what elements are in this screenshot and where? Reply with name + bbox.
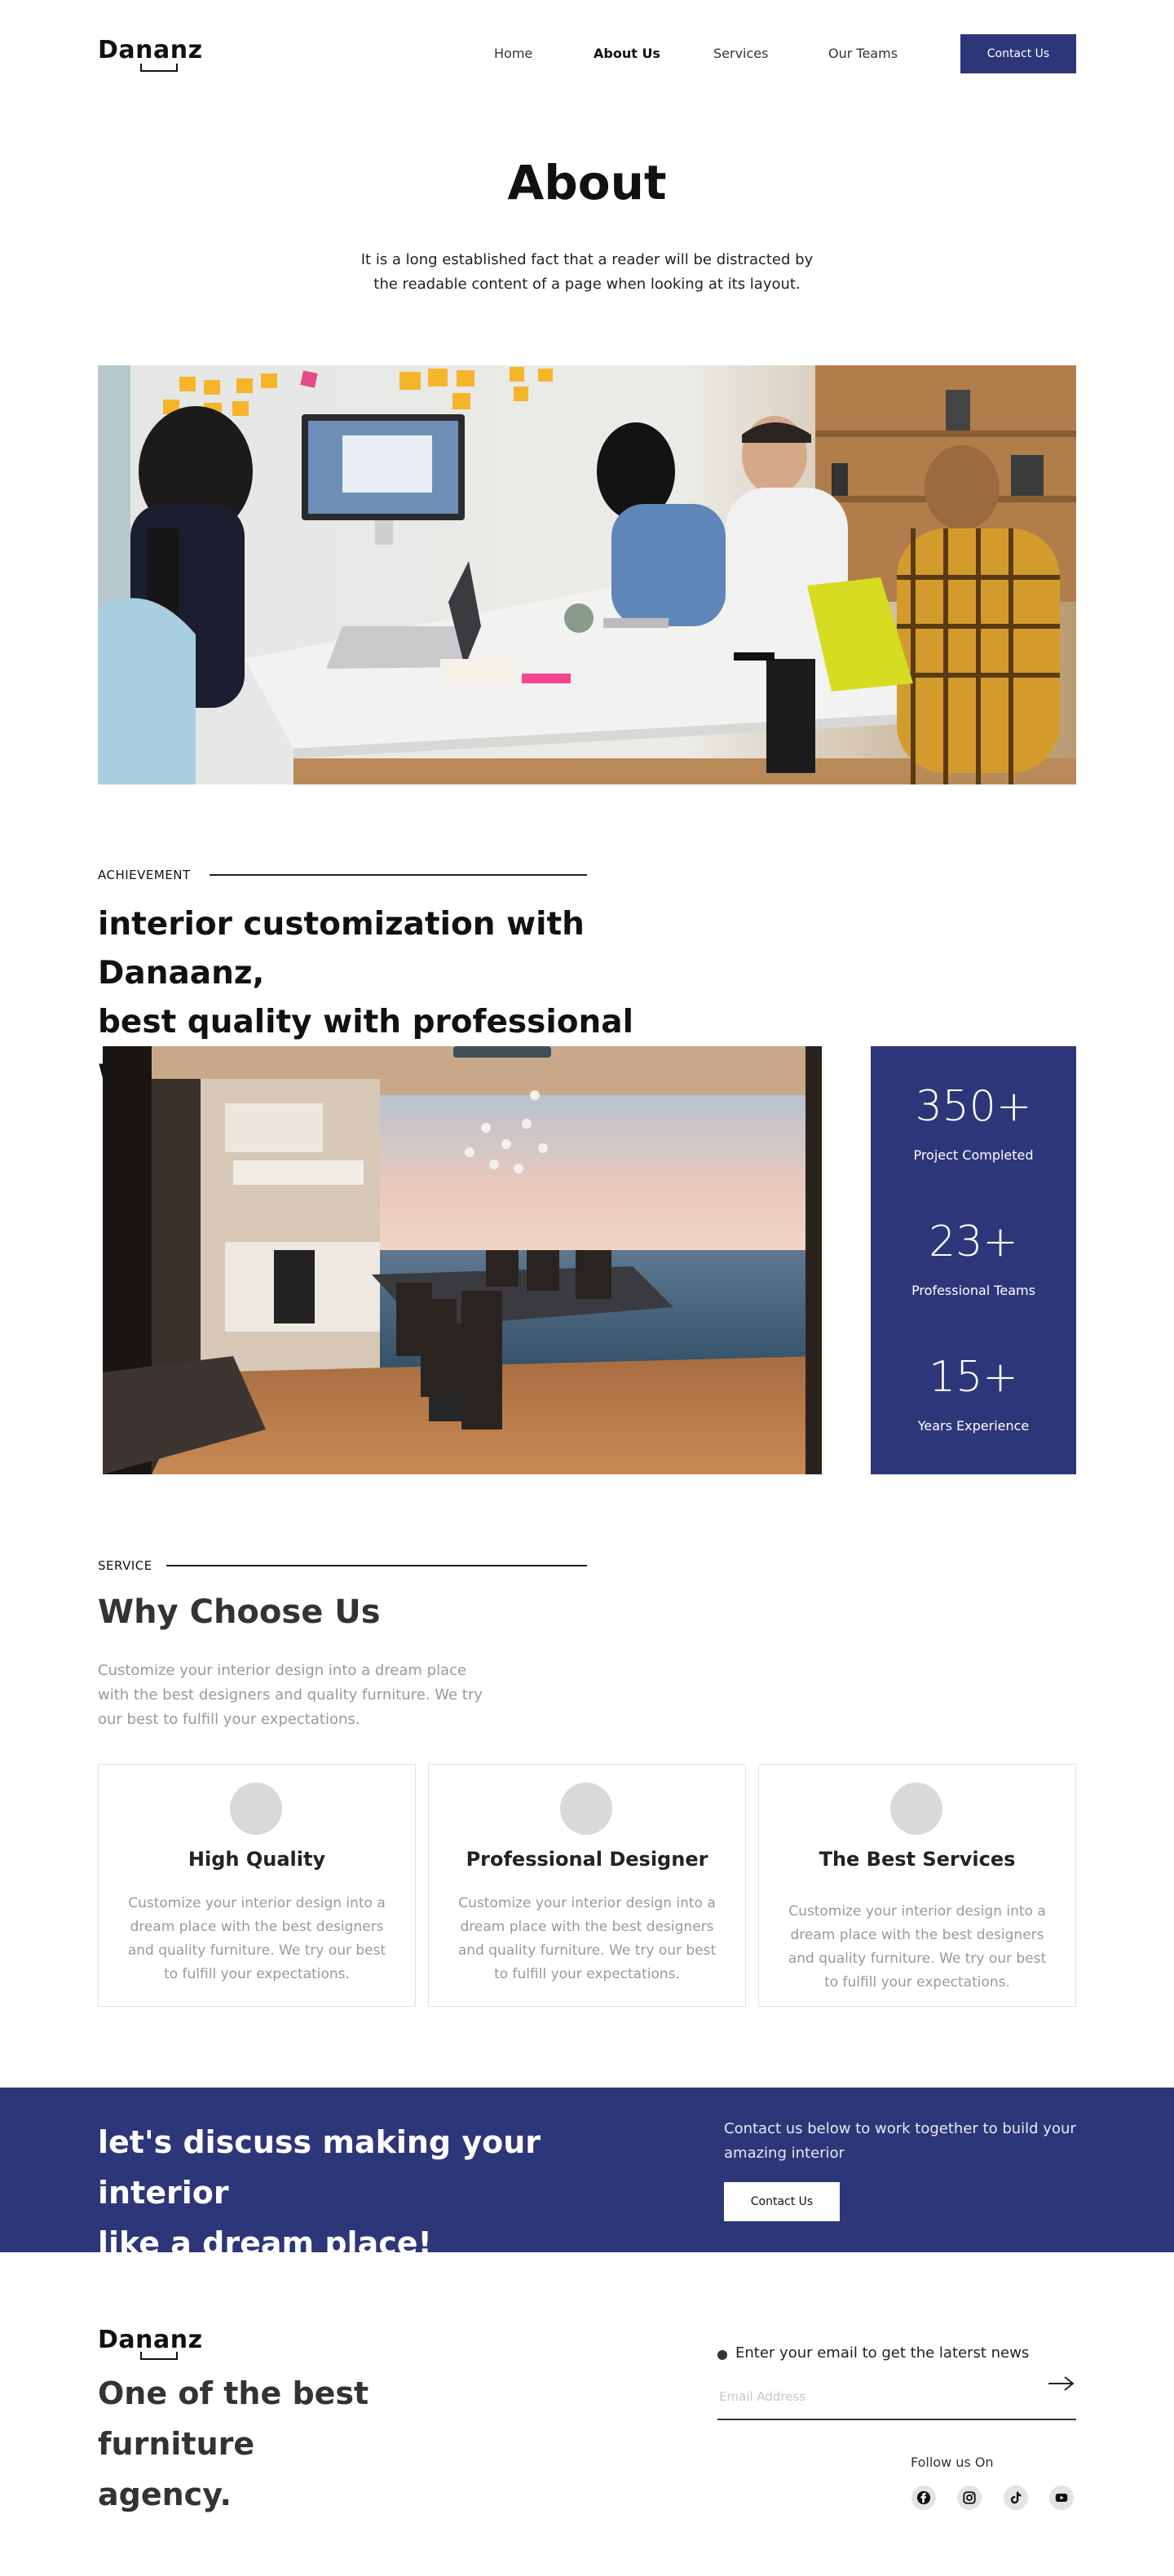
footer-logo-underline-mark — [140, 2352, 178, 2360]
stat-teams-label: Professional Teams — [911, 1283, 1035, 1298]
why-choose-us-text: Customize your interior design into a dr… — [98, 1662, 483, 1728]
brand-logo[interactable]: Dananz — [98, 36, 204, 73]
email-input[interactable] — [717, 2383, 1052, 2410]
logo-underline-mark — [140, 64, 178, 72]
card-text: Customize your interior design into a dr… — [457, 1895, 717, 1982]
submit-arrow-icon[interactable] — [1047, 2371, 1076, 2396]
achievement-label: ACHIEVEMENT — [98, 868, 191, 882]
dining-room-image — [103, 1046, 822, 1474]
youtube-icon[interactable] — [1049, 2485, 1074, 2510]
tiktok-icon[interactable] — [1004, 2485, 1028, 2510]
stat-years-label: Years Experience — [917, 1418, 1030, 1434]
stat-years-value: 15+ — [929, 1353, 1018, 1402]
cta-contact-button[interactable]: Contact Us — [724, 2182, 840, 2221]
footer-tagline-line-2: agency. — [98, 2477, 232, 2512]
footer-tagline-line-1: One of the best furniture — [98, 2375, 369, 2462]
achievement-headline-line-1: interior customization with Danaanz, — [98, 906, 585, 992]
why-choose-us-title: Why Choose Us — [98, 1593, 381, 1631]
newsletter-text: Enter your email to get the laterst news — [735, 2344, 1030, 2362]
nav-our-teams[interactable]: Our Teams — [828, 46, 898, 61]
nav-services[interactable]: Services — [713, 46, 768, 61]
achievement-divider — [210, 874, 587, 876]
cta-title: let's discuss making your interior like … — [98, 2117, 620, 2269]
facebook-icon[interactable] — [911, 2485, 936, 2510]
best-services-icon — [890, 1783, 942, 1835]
cta-banner: let's discuss making your interior like … — [0, 2088, 1174, 2261]
nav-about-us[interactable]: About Us — [594, 46, 660, 61]
service-card-professional-designer: Professional Designer Customize your int… — [428, 1764, 746, 2007]
card-text: Customize your interior design into a dr… — [788, 1903, 1047, 1991]
service-card-high-quality: High Quality Customize your interior des… — [98, 1764, 416, 2007]
office-meeting-image — [98, 365, 1076, 784]
card-title: The Best Services — [819, 1848, 1016, 1871]
card-text: Customize your interior design into a dr… — [127, 1895, 386, 1982]
high-quality-icon — [230, 1783, 282, 1835]
card-title: Professional Designer — [466, 1848, 708, 1871]
email-underline — [717, 2419, 1076, 2420]
header-contact-button[interactable]: Contact Us — [960, 34, 1076, 73]
logo-text: Dananz — [98, 36, 203, 64]
footer-tagline: One of the best furniture agency. — [98, 2368, 522, 2520]
footer-logo[interactable]: Dananz — [98, 2326, 204, 2362]
page-title: About — [507, 155, 667, 210]
stat-projects-value: 350+ — [915, 1082, 1032, 1131]
service-divider — [166, 1565, 587, 1566]
bullet-icon — [717, 2350, 727, 2360]
card-title: High Quality — [188, 1848, 326, 1871]
stat-teams-value: 23+ — [929, 1217, 1018, 1266]
professional-designer-icon — [560, 1783, 612, 1835]
stats-panel: 350+ Project Completed 23+ Professional … — [871, 1046, 1076, 1474]
cta-title-line-2: like a dream place! — [98, 2225, 432, 2261]
about-subtitle: It is a long established fact that a rea… — [360, 251, 814, 293]
instagram-icon[interactable] — [957, 2485, 982, 2510]
service-label: SERVICE — [98, 1558, 152, 1573]
cta-text: Contact us below to work together to bui… — [724, 2120, 1076, 2162]
follow-label: Follow us On — [911, 2454, 994, 2470]
nav-home[interactable]: Home — [494, 46, 532, 61]
cta-title-line-1: let's discuss making your interior — [98, 2124, 541, 2211]
footer-logo-text: Dananz — [98, 2326, 203, 2354]
stat-projects-label: Project Completed — [913, 1147, 1034, 1163]
service-card-best-services: The Best Services Customize your interio… — [758, 1764, 1076, 2007]
